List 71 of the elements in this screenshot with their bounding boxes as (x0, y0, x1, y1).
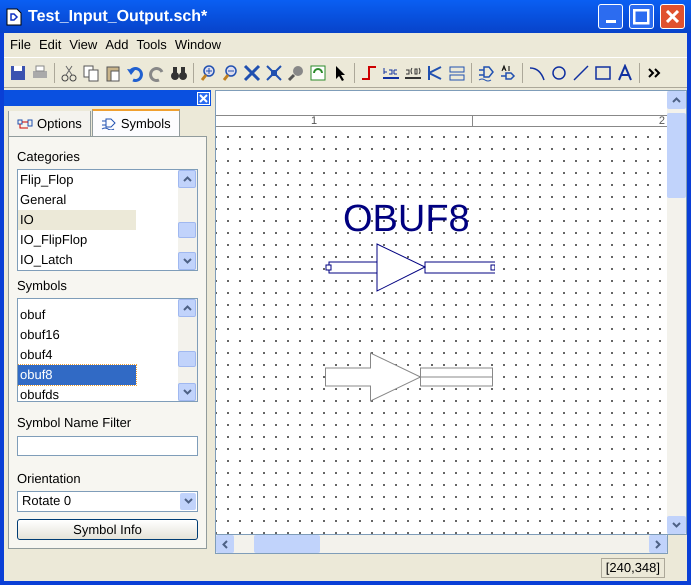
magnifier-icon[interactable] (287, 64, 305, 82)
caret-up-icon[interactable] (182, 176, 192, 182)
scrollbar-thumb[interactable] (667, 113, 686, 198)
document-icon (6, 8, 22, 26)
symbol-name-label: OBUF8 (343, 199, 470, 239)
menu-item[interactable]: View (65, 35, 102, 55)
list-item[interactable]: Flip_Flop (18, 170, 136, 190)
menu-item[interactable]: Add (101, 35, 132, 55)
field-label: Symbol Name Filter (17, 414, 132, 432)
scrollbar[interactable] (178, 298, 197, 401)
list-item[interactable]: obuf4 (18, 344, 136, 365)
caret-left-icon[interactable] (222, 540, 228, 548)
close-button[interactable] (660, 4, 685, 29)
menu-item[interactable]: Edit (34, 35, 66, 55)
field-label: Categories (17, 148, 81, 166)
minimize-icon (606, 20, 616, 23)
caret-down-icon[interactable] (672, 522, 681, 528)
list-item[interactable]: General (18, 190, 136, 210)
symbol-icon (100, 118, 117, 130)
caret-down-icon[interactable] (182, 258, 192, 264)
scrollbar-thumb[interactable] (178, 222, 196, 238)
menu-item[interactable]: File (6, 35, 35, 55)
panel-tab[interactable]: Options (8, 111, 91, 136)
panel-tab[interactable]: Symbols (92, 109, 180, 136)
symbol-dropdown-icon[interactable] (477, 64, 495, 82)
ruler-number: 1 (310, 116, 318, 126)
zoom-in-icon[interactable] (199, 64, 217, 82)
maximize-icon (633, 8, 650, 24)
rectangle-icon[interactable] (594, 64, 612, 82)
paste-icon[interactable] (104, 64, 122, 82)
vertical-scrollbar[interactable] (667, 91, 686, 534)
text-tool-icon[interactable] (616, 64, 634, 82)
minimize-button[interactable] (598, 4, 623, 29)
line-icon[interactable] (572, 64, 590, 82)
close-button[interactable] (197, 92, 210, 104)
zoom-out-icon[interactable] (221, 64, 239, 82)
close-icon (666, 10, 679, 23)
save-icon[interactable] (9, 64, 27, 82)
symbol-info-button[interactable]: Symbol Info (17, 518, 198, 540)
list-item[interactable]: IO_Latch (18, 250, 136, 270)
orientation-dropdown[interactable]: Rotate 0 (17, 490, 198, 512)
list-item[interactable]: obuf16 (18, 324, 136, 345)
menu-item[interactable]: Window (170, 35, 226, 55)
options-icon (17, 118, 33, 130)
list-item[interactable]: IO_FlipFlop (18, 230, 136, 250)
list-item[interactable]: IO (18, 210, 136, 230)
menu-item[interactable]: Tools (132, 35, 171, 55)
caret-up-icon[interactable] (182, 304, 192, 311)
wire-icon[interactable] (360, 64, 378, 82)
scrollbar-thumb[interactable] (254, 535, 320, 553)
filter-input[interactable] (17, 436, 198, 456)
field-label: Orientation (17, 470, 82, 488)
circle-icon[interactable] (550, 64, 568, 82)
scissors-icon[interactable] (60, 64, 78, 82)
caret-down-icon[interactable] (182, 388, 192, 395)
field-label: Symbols (17, 277, 68, 296)
scrollbar-thumb[interactable] (178, 350, 196, 367)
list-item[interactable]: obuf (18, 304, 136, 325)
list-item[interactable]: obuf8 (18, 364, 136, 385)
scrollbar[interactable] (178, 170, 197, 270)
caret-right-icon[interactable] (655, 540, 661, 548)
window-title: Test_Input_Output.sch* (28, 6, 208, 26)
cursor-coordinates: [240,348] (600, 558, 665, 578)
list-item[interactable]: obufds (18, 384, 136, 401)
maximize-button[interactable] (629, 4, 654, 29)
horizontal-scrollbar[interactable] (215, 535, 668, 554)
refresh-icon[interactable] (309, 64, 327, 82)
copy-icon[interactable] (82, 64, 100, 82)
ruler-number: 2 (658, 116, 665, 126)
caret-up-icon[interactable] (672, 97, 681, 103)
pin-icon[interactable] (499, 64, 517, 82)
